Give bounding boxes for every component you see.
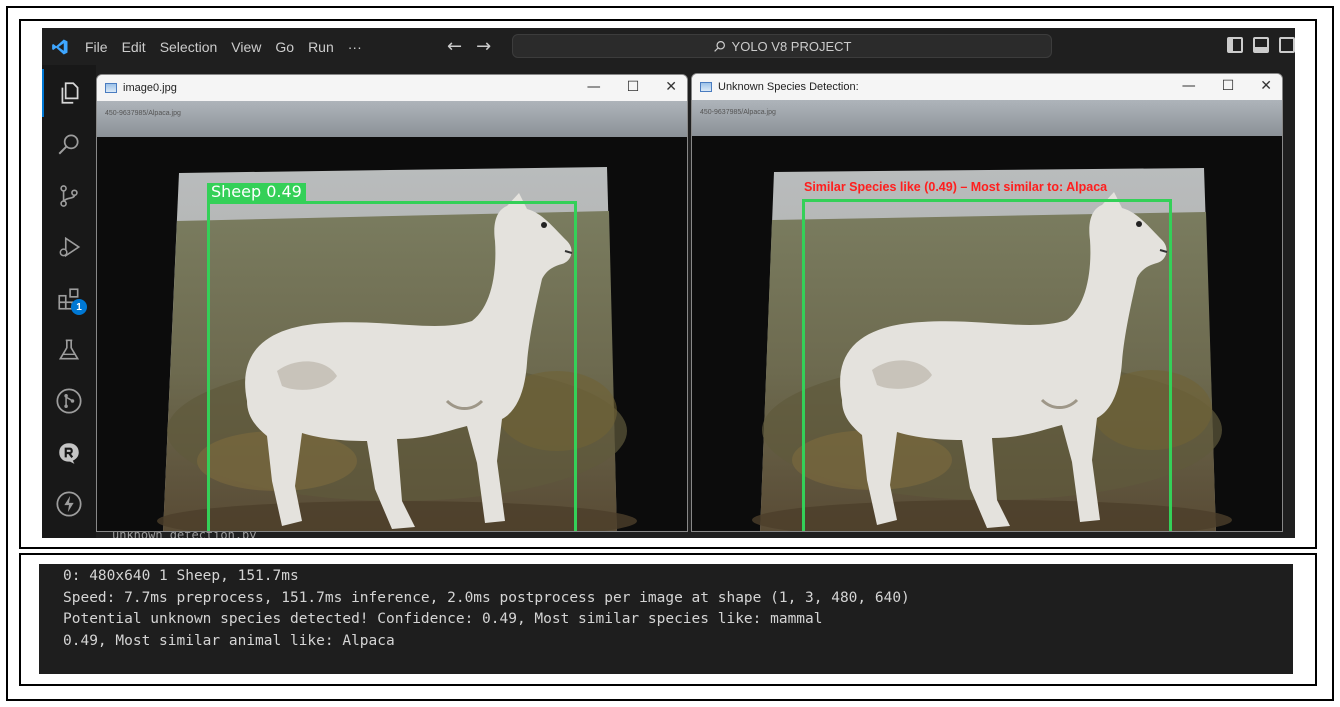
maximize-button[interactable]: ☐ — [1222, 78, 1235, 94]
detection-box — [802, 199, 1172, 531]
menu-bar: File Edit Selection View Go Run ··· — [78, 39, 369, 55]
terminal-line: 0: 480x640 1 Sheep, 151.7ms — [63, 568, 299, 584]
menu-selection[interactable]: Selection — [153, 39, 225, 55]
vscode-window: File Edit Selection View Go Run ··· ← → … — [42, 28, 1295, 538]
search-icon[interactable] — [42, 120, 96, 168]
terminal-line: Potential unknown species detected! Conf… — [63, 611, 823, 627]
window-controls: — ☐ ✕ — [1182, 78, 1272, 94]
explorer-icon[interactable] — [42, 69, 96, 117]
menu-go[interactable]: Go — [268, 39, 301, 55]
r-icon[interactable] — [42, 429, 96, 477]
window-controls: — ☐ ✕ — [587, 79, 677, 95]
run-debug-icon[interactable] — [42, 223, 96, 271]
git-graph-icon[interactable] — [42, 377, 96, 425]
testing-icon[interactable] — [42, 326, 96, 374]
toggle-sidebar-icon[interactable] — [1227, 37, 1243, 53]
search-label: YOLO V8 PROJECT — [731, 38, 852, 54]
source-control-icon[interactable] — [42, 172, 96, 220]
terminal-line: Speed: 7.7ms preprocess, 151.7ms inferen… — [63, 589, 910, 606]
layout-controls — [1227, 37, 1295, 53]
vscode-logo-icon — [42, 28, 78, 65]
menu-edit[interactable]: Edit — [115, 39, 153, 55]
detection-label: Sheep 0.49 — [207, 183, 306, 201]
image-canvas: 450-9637985/Alpaca.jpg — [97, 101, 687, 531]
terminal-line: 0.49, Most similar animal like: Alpaca — [63, 632, 395, 649]
image-canvas: 450-9637985/Alpaca.jpg — [692, 100, 1282, 531]
window-title: Unknown Species Detection: — [718, 81, 859, 93]
minimize-button[interactable]: — — [1182, 78, 1196, 94]
extensions-badge: 1 — [71, 299, 87, 315]
image-file-icon — [105, 83, 117, 93]
menu-more[interactable]: ··· — [341, 39, 369, 55]
back-arrow-icon[interactable]: ← — [447, 36, 462, 57]
extensions-icon[interactable]: 1 — [42, 275, 96, 323]
menu-file[interactable]: File — [78, 39, 115, 55]
command-center-search[interactable]: YOLO V8 PROJECT — [512, 34, 1052, 58]
window-titlebar: image0.jpg — ☐ ✕ — [97, 75, 687, 101]
close-button[interactable]: ✕ — [665, 79, 677, 95]
activity-bar: 1 — [42, 65, 96, 538]
thunder-icon[interactable] — [42, 480, 96, 528]
image-window-left: image0.jpg — ☐ ✕ 450-9637985/Alpaca.jpg — [96, 74, 688, 532]
maximize-button[interactable]: ☐ — [627, 79, 640, 95]
image-file-icon — [700, 82, 712, 92]
window-titlebar: Unknown Species Detection: — ☐ ✕ — [692, 74, 1282, 100]
detection-box — [207, 201, 577, 531]
toggle-secondary-sidebar-icon[interactable] — [1279, 37, 1295, 53]
menu-run[interactable]: Run — [301, 39, 341, 55]
toggle-panel-icon[interactable] — [1253, 37, 1269, 53]
unknown-species-label: Similar Species like (0.49) – Most simil… — [804, 180, 1108, 194]
minimize-button[interactable]: — — [587, 79, 601, 95]
search-icon — [713, 40, 725, 52]
nav-arrows: ← → — [447, 36, 491, 57]
forward-arrow-icon[interactable]: → — [476, 36, 491, 57]
title-bar: File Edit Selection View Go Run ··· ← → … — [42, 28, 1295, 65]
close-button[interactable]: ✕ — [1260, 78, 1272, 94]
image-window-right: Unknown Species Detection: — ☐ ✕ 450-963… — [691, 73, 1283, 532]
menu-view[interactable]: View — [224, 39, 268, 55]
terminal-output: 0: 480x640 1 Sheep, 151.7ms Speed: 7.7ms… — [39, 564, 1293, 674]
window-title: image0.jpg — [123, 82, 177, 94]
